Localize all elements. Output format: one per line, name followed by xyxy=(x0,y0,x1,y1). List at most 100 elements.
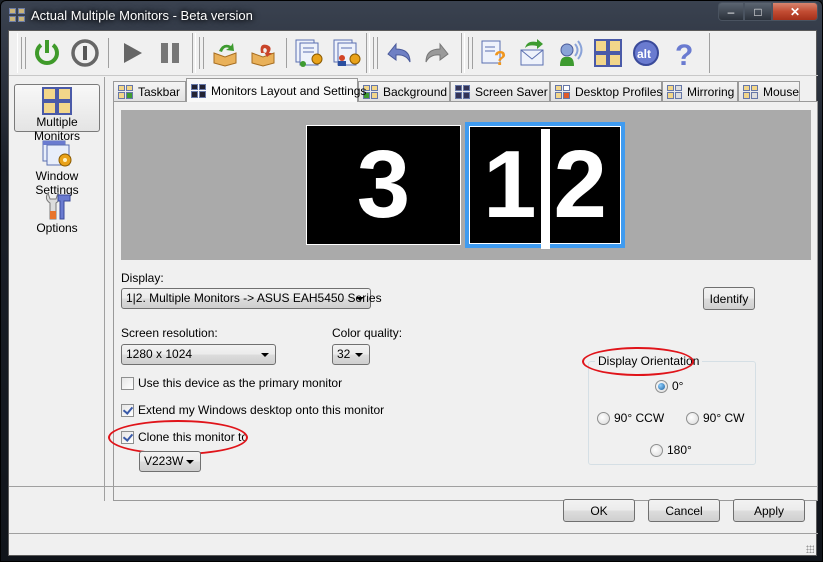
tab-label: Mirroring xyxy=(687,84,735,99)
svg-text:alt: alt xyxy=(637,47,651,61)
close-button[interactable]: ✕ xyxy=(772,2,818,21)
toolbar-group-run xyxy=(17,33,193,73)
apply-button[interactable]: Apply xyxy=(733,499,805,522)
minimize-button[interactable]: – xyxy=(718,2,744,21)
app-icon xyxy=(9,8,25,22)
color-quality-select[interactable]: 32 xyxy=(332,344,370,365)
toolbar-group-history xyxy=(369,33,462,73)
tab-desktop-profiles[interactable]: Desktop Profiles xyxy=(550,81,662,101)
tab-screen-saver[interactable]: Screen Saver xyxy=(450,81,550,101)
monitor-1-2-selected[interactable]: 1 2 xyxy=(465,122,625,249)
toolbar-group-help: ? alt ? xyxy=(464,33,710,73)
email-button[interactable] xyxy=(516,37,548,69)
chevron-down-icon xyxy=(261,353,269,357)
resize-grip[interactable] xyxy=(806,545,814,553)
taskbar-tab-icon xyxy=(118,84,133,99)
help-button[interactable]: ? xyxy=(668,37,700,69)
contact-button[interactable] xyxy=(554,37,586,69)
power-off-button[interactable] xyxy=(69,37,101,69)
clone-monitor-checkbox[interactable]: Clone this monitor to xyxy=(121,430,248,444)
checkbox-box[interactable] xyxy=(121,376,134,390)
monitor-layout-canvas: 3 1 2 xyxy=(121,110,811,260)
actual-tools-button[interactable]: alt xyxy=(630,37,662,69)
color-quality-label: Color quality: xyxy=(332,326,403,340)
toolbar-separator xyxy=(108,38,109,68)
actual-tools-icon: alt xyxy=(633,40,659,66)
import-button[interactable] xyxy=(209,37,241,69)
orientation-radio-0[interactable]: 0° xyxy=(655,379,683,393)
radio-label: 90° CW xyxy=(703,411,745,425)
orientation-radio-180[interactable]: 180° xyxy=(650,443,692,457)
tab-mouse[interactable]: Mouse xyxy=(738,81,800,101)
radio-button[interactable] xyxy=(655,379,668,393)
profile-settings-icon xyxy=(295,39,323,67)
tab-mirroring[interactable]: Mirroring xyxy=(662,81,738,101)
sidebar-item-options[interactable]: Options xyxy=(14,189,100,237)
tab-background[interactable]: Background xyxy=(358,81,450,101)
radio-label: 90° CCW xyxy=(614,411,665,425)
svg-text:?: ? xyxy=(675,39,693,68)
faq-button[interactable]: ? xyxy=(478,37,510,69)
radio-button[interactable] xyxy=(597,411,610,425)
redo-button[interactable] xyxy=(421,37,453,69)
clone-target-value: V223W xyxy=(144,454,184,468)
color-quality-value: 32 xyxy=(337,347,351,361)
radio-button[interactable] xyxy=(686,411,699,425)
maximize-icon: □ xyxy=(754,4,762,19)
user-settings-button[interactable] xyxy=(331,37,363,69)
primary-monitor-checkbox[interactable]: Use this device as the primary monitor xyxy=(121,376,342,390)
orientation-group: Display Orientation 0° 90° CCW 90° CW 18… xyxy=(588,354,756,465)
window-title: Actual Multiple Monitors - Beta version xyxy=(31,8,253,23)
resolution-select[interactable]: 1280 x 1024 xyxy=(121,344,276,365)
redo-icon xyxy=(425,42,449,63)
resolution-label: Screen resolution: xyxy=(121,326,218,340)
status-divider xyxy=(9,533,818,534)
radio-label: 0° xyxy=(672,379,684,393)
play-icon xyxy=(124,43,142,63)
client-area: ? alt ? Multiple Monitors Window Setting… xyxy=(8,30,818,556)
sidebar-item-multiple-monitors[interactable]: Multiple Monitors xyxy=(14,84,100,143)
checkbox-label: Use this device as the primary monitor xyxy=(138,376,343,390)
toolbar-group-profiles xyxy=(195,33,367,73)
export-button[interactable] xyxy=(247,37,279,69)
chevron-down-icon xyxy=(356,297,364,301)
resolution-select-value: 1280 x 1024 xyxy=(126,347,193,361)
play-button[interactable] xyxy=(116,37,148,69)
identify-button[interactable]: Identify xyxy=(703,287,755,310)
cancel-button[interactable]: Cancel xyxy=(648,499,720,522)
orientation-radio-90-cw[interactable]: 90° CW xyxy=(686,411,744,425)
tab-label: Monitors Layout and Settings xyxy=(211,83,367,98)
tab-monitors-layout[interactable]: Monitors Layout and Settings xyxy=(186,78,366,102)
clone-target-select[interactable]: V223W xyxy=(139,451,201,472)
tab-label: Taskbar xyxy=(138,84,181,99)
checkbox-label: Extend my Windows desktop onto this moni… xyxy=(138,403,385,417)
monitors-button[interactable] xyxy=(592,37,624,69)
display-label: Display: xyxy=(121,271,164,285)
display-select[interactable]: 1|2. Multiple Monitors -> ASUS EAH5450 S… xyxy=(121,288,382,309)
extend-desktop-checkbox[interactable]: Extend my Windows desktop onto this moni… xyxy=(121,403,384,417)
sidebar-item-window-settings[interactable]: Window Settings xyxy=(14,137,100,197)
email-icon xyxy=(520,39,544,66)
desktop-profiles-tab-icon xyxy=(555,84,570,99)
orientation-radio-90-ccw[interactable]: 90° CCW xyxy=(597,411,664,425)
tab-taskbar[interactable]: Taskbar xyxy=(113,81,186,101)
title-bar[interactable]: Actual Multiple Monitors - Beta version … xyxy=(1,1,823,31)
checkbox-box[interactable] xyxy=(121,430,134,444)
maximize-button[interactable]: □ xyxy=(744,2,772,21)
power-on-icon xyxy=(35,40,59,65)
power-off-icon xyxy=(71,39,99,67)
power-on-button[interactable] xyxy=(31,37,63,69)
contact-support-icon xyxy=(560,40,583,66)
help-document-icon: ? xyxy=(481,40,506,68)
profile-settings-button[interactable] xyxy=(294,37,326,69)
undo-button[interactable] xyxy=(383,37,415,69)
monitors-layout-panel: 3 1 2 Display: 1|2. Multiple Monitors ->… xyxy=(108,101,818,501)
chevron-down-icon xyxy=(355,353,363,357)
tab-label: Screen Saver xyxy=(475,84,548,99)
ok-button[interactable]: OK xyxy=(563,499,635,522)
checkbox-box[interactable] xyxy=(121,403,134,417)
monitor-3[interactable]: 3 xyxy=(306,125,461,245)
svg-text:?: ? xyxy=(494,48,506,68)
radio-button[interactable] xyxy=(650,443,663,457)
pause-button[interactable] xyxy=(154,37,186,69)
